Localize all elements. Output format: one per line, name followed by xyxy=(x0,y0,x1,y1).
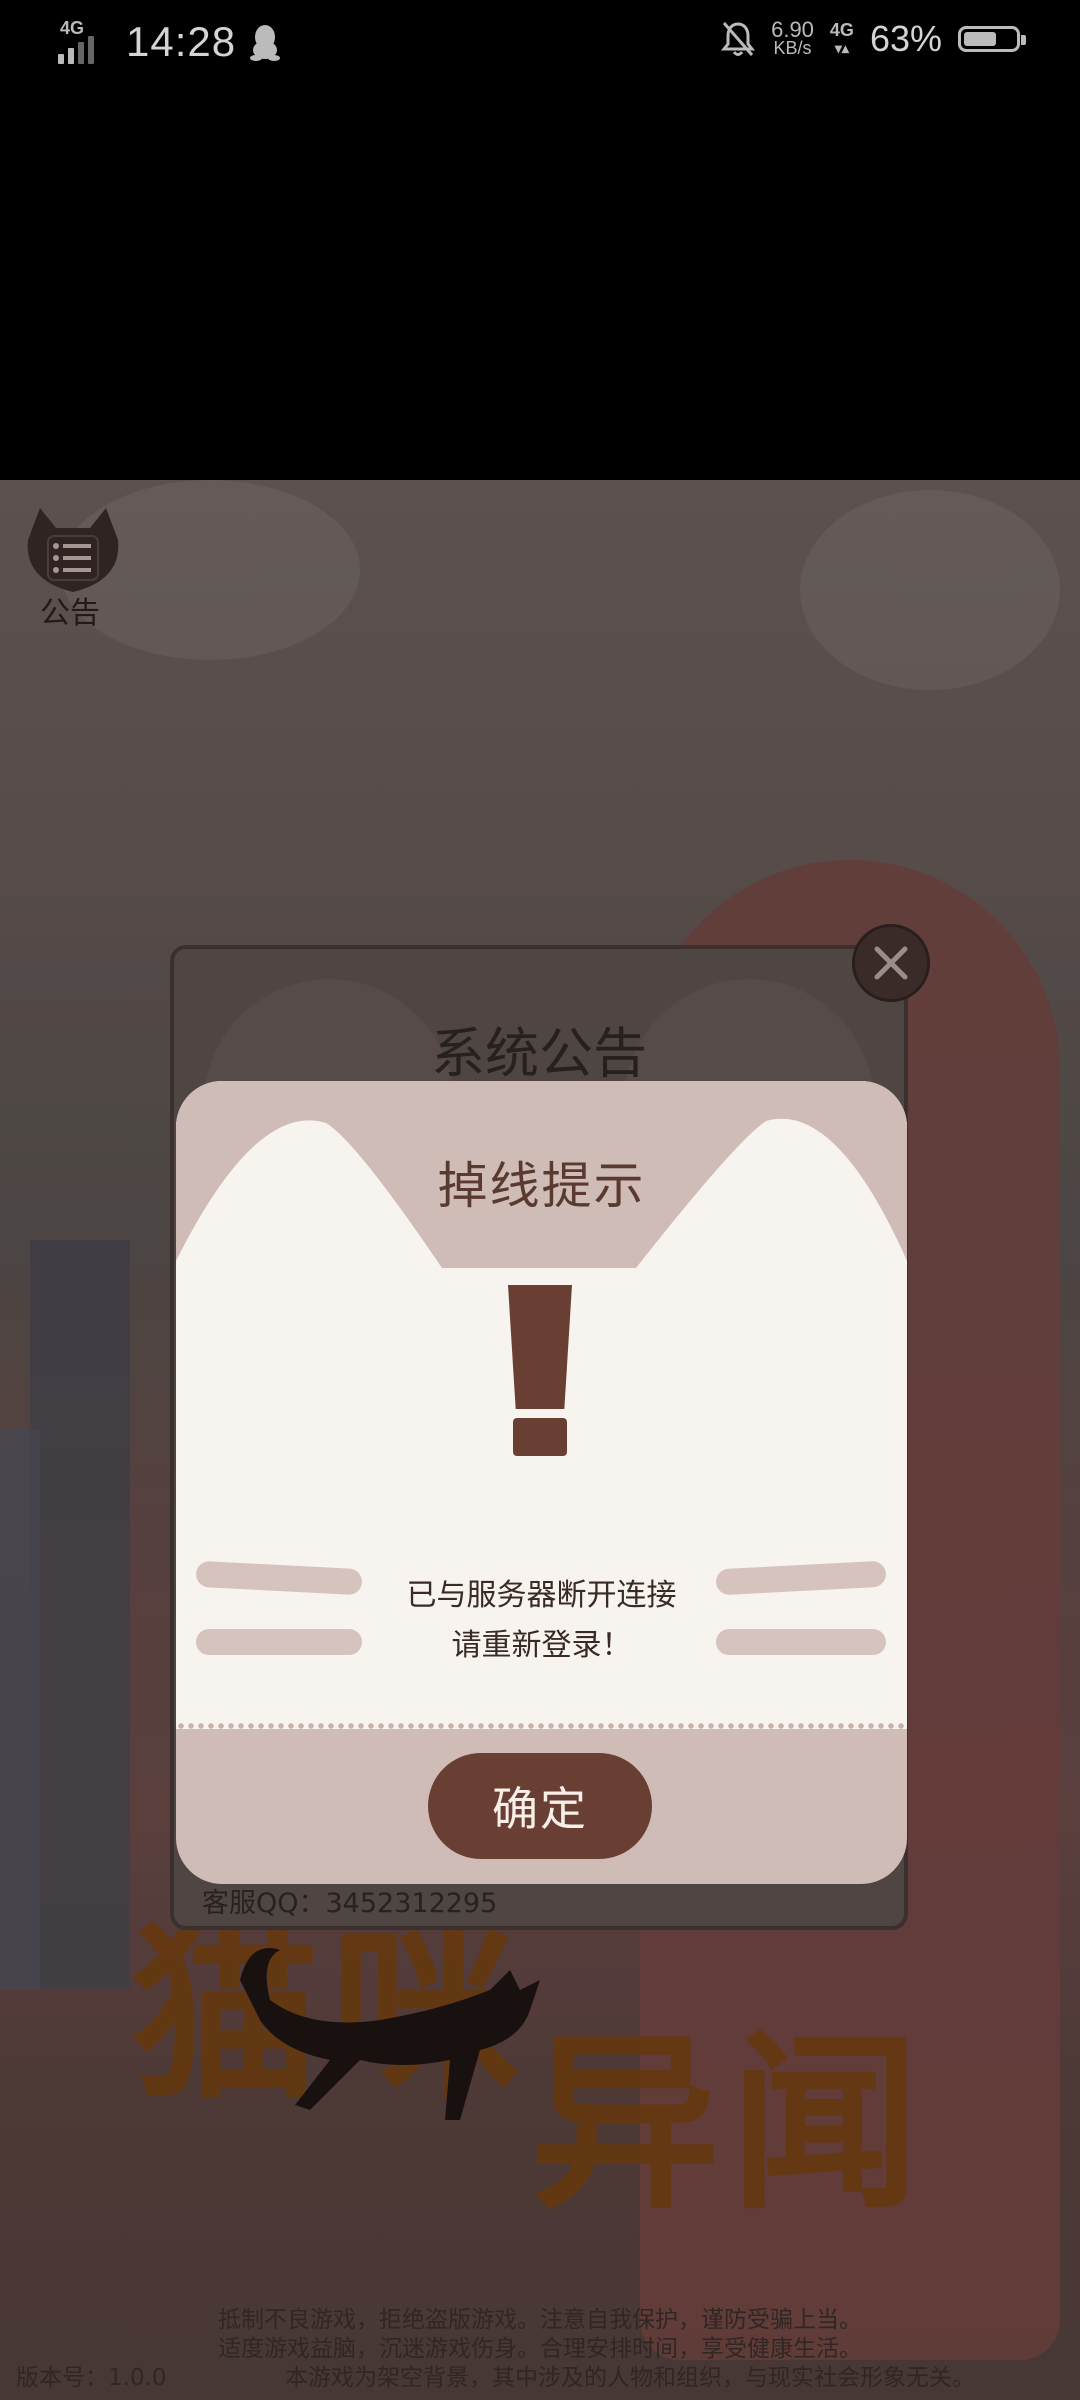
battery-percent: 63% xyxy=(869,18,942,59)
speed-value: 6.90 xyxy=(771,17,814,42)
dialog-message-line-1: 已与服务器断开连接 xyxy=(406,1578,677,1613)
close-button[interactable] xyxy=(852,924,930,1002)
dialog-message-line-2: 请重新登录！ xyxy=(451,1628,632,1663)
mute-bell-icon xyxy=(721,22,756,56)
dialog-body: 掉线提示 已与服务器断开连接 请重新登录！ xyxy=(176,1081,907,1729)
status-left: 4G 14:28 xyxy=(56,18,281,66)
disconnect-dialog: 掉线提示 已与服务器断开连接 请重新登录！ 确定 xyxy=(176,1081,907,1884)
system-notice-title: 系统公告 xyxy=(431,1022,647,1085)
close-icon xyxy=(874,946,908,980)
data-arrows-icon: ▾▴ xyxy=(834,40,849,56)
qq-penguin-icon xyxy=(250,25,281,61)
network-type: 4G ▾▴ xyxy=(830,21,854,57)
network-type-label: 4G xyxy=(829,20,854,40)
network-speed: 6.90 KB/s xyxy=(771,17,814,58)
dotted-divider xyxy=(176,1722,907,1730)
status-time: 14:28 xyxy=(126,18,237,65)
warning-icon-dot xyxy=(513,1418,567,1456)
customer-service-qq: 客服QQ：3452312295 xyxy=(202,1888,498,1919)
confirm-button[interactable]: 确定 xyxy=(428,1753,652,1859)
battery-icon xyxy=(958,26,1026,52)
speed-unit: KB/s xyxy=(773,38,812,58)
status-bar: 4G 14:28 6.90 KB/s 4G ▾▴ 63% xyxy=(0,0,1080,86)
dialog-title: 掉线提示 xyxy=(437,1157,646,1215)
status-right: 6.90 KB/s 4G ▾▴ 63% xyxy=(721,17,1026,60)
signal-icon: 4G xyxy=(56,18,112,66)
dialog-message: 已与服务器断开连接 请重新登录！ xyxy=(176,1571,907,1671)
warning-icon xyxy=(508,1285,572,1409)
battery-fill xyxy=(964,32,996,46)
